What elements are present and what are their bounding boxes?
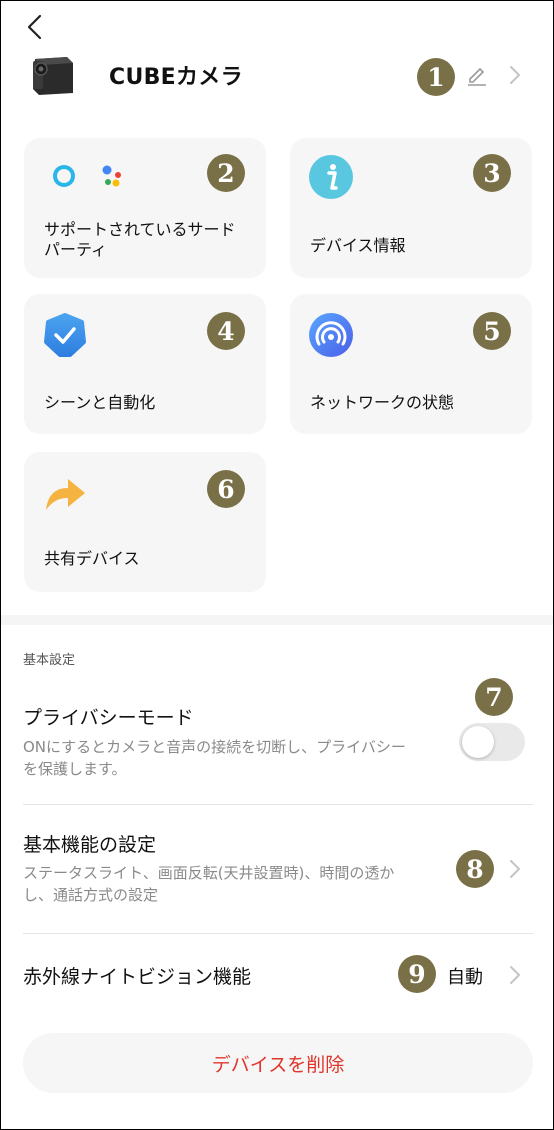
- annotation-badge-6: 6: [207, 470, 245, 508]
- annotation-badge-1: 1: [417, 58, 455, 96]
- row-divider: [23, 804, 533, 805]
- delete-device-button[interactable]: デバイスを削除: [23, 1033, 533, 1093]
- card-label-scene-automation: シーンと自動化: [44, 393, 156, 412]
- back-arrow-icon[interactable]: [23, 13, 47, 41]
- card-scene-automation[interactable]: 4 シーンと自動化: [24, 294, 266, 434]
- annotation-badge-3: 3: [473, 154, 511, 192]
- card-label-device-info: デバイス情報: [310, 236, 406, 255]
- chevron-right-icon: [510, 966, 520, 984]
- privacy-mode-title: プライバシーモード: [23, 707, 194, 729]
- chevron-right-icon: [510, 860, 520, 878]
- camera-device-icon: [33, 57, 73, 95]
- annotation-badge-4: 4: [207, 312, 245, 350]
- card-device-info[interactable]: 3 デバイス情報: [290, 138, 532, 278]
- annotation-badge-8: 8: [456, 850, 494, 888]
- privacy-mode-toggle[interactable]: [459, 723, 525, 761]
- third-party-assistants-icon: [53, 165, 121, 187]
- section-divider: [1, 615, 553, 625]
- toggle-knob: [462, 726, 494, 758]
- card-network-status[interactable]: 5 ネットワークの状態: [290, 294, 532, 434]
- annotation-badge-9: 9: [398, 955, 436, 993]
- card-third-party[interactable]: 2 サポートされているサードパーティ: [24, 138, 266, 278]
- annotation-badge-2: 2: [207, 154, 245, 192]
- annotation-badge-7: 7: [475, 678, 513, 716]
- share-arrow-icon: [46, 479, 85, 510]
- network-signal-icon: [309, 313, 353, 357]
- card-label-third-party: サポートされているサードパーティ: [44, 220, 236, 259]
- basic-function-settings-title: 基本機能の設定: [23, 834, 157, 856]
- annotation-badge-5: 5: [473, 312, 511, 350]
- screen: CUBEカメラ 1 2 サポートされているサードパーティ 3 デバイス情報 4 …: [0, 0, 554, 1130]
- night-vision-value: 自動: [447, 967, 483, 988]
- card-label-shared-device: 共有デバイス: [44, 549, 140, 568]
- basic-function-settings-description: ステータスライト、画面反転(天井設置時)、時間の透かし、通話方式の設定: [23, 864, 395, 904]
- night-vision-title: 赤外線ナイトビジョン機能: [23, 966, 252, 988]
- info-icon: [309, 155, 353, 199]
- edit-pencil-icon[interactable]: [465, 63, 489, 87]
- device-title: CUBEカメラ: [109, 65, 243, 90]
- privacy-mode-description: ONにするとカメラと音声の接続を切断し、プライバシーを保護します。: [23, 738, 406, 778]
- section-title-basic-settings: 基本設定: [23, 653, 76, 668]
- card-label-network-status: ネットワークの状態: [310, 393, 455, 412]
- card-shared-device[interactable]: 6 共有デバイス: [24, 452, 266, 592]
- chevron-right-icon[interactable]: [508, 65, 522, 85]
- row-divider: [23, 933, 533, 934]
- scene-automation-check-icon: [44, 313, 86, 357]
